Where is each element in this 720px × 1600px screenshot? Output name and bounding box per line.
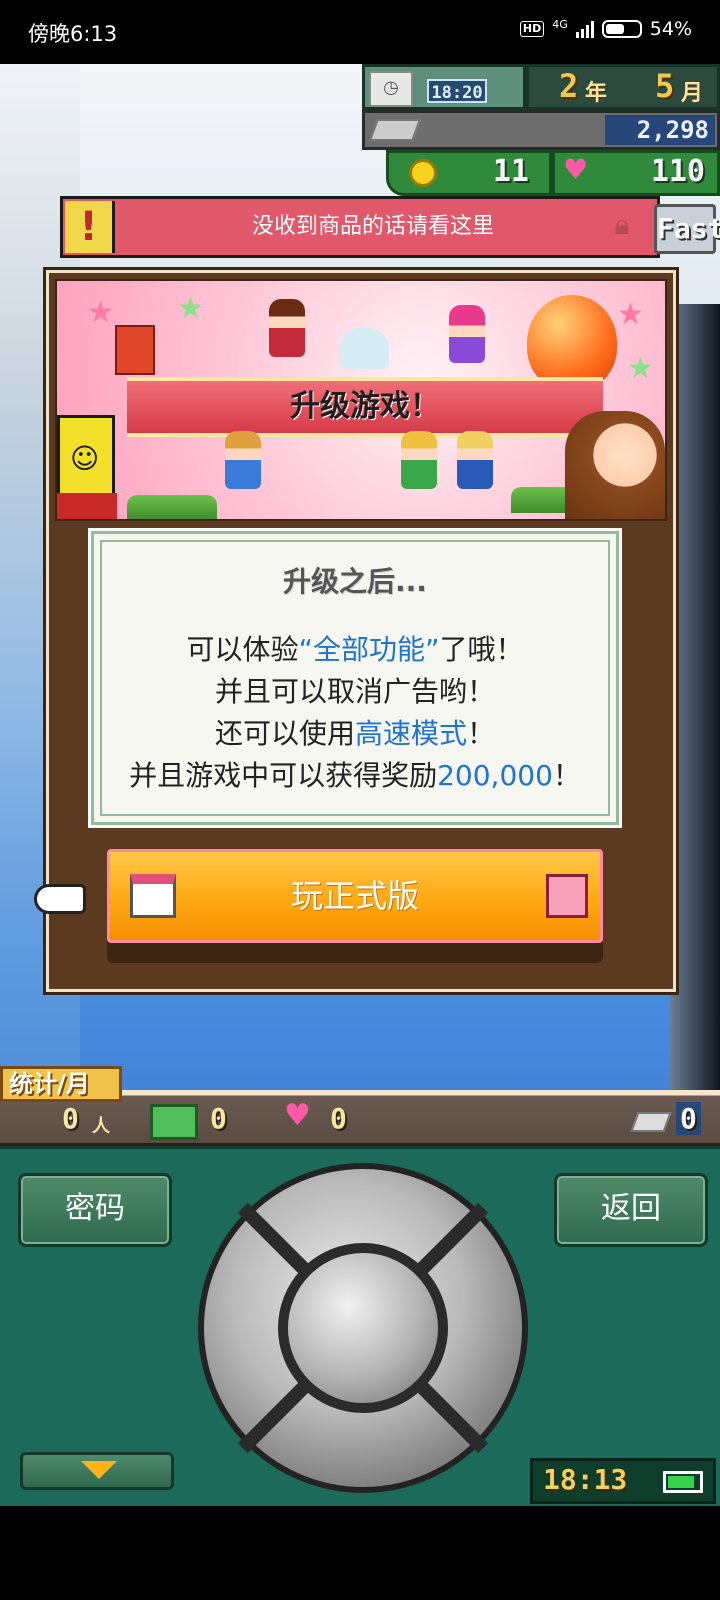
upgrade-dialog: ★ ★ ★ ★ 升级游戏！ ☺ 升级之后... 可以体验“全部功能”了哦！ 并且…	[43, 267, 679, 995]
people-unit: 人	[92, 1116, 110, 1137]
upgrade-info-box: 升级之后... 可以体验“全部功能”了哦！ 并且可以取消广告哟！ 还可以使用高速…	[88, 528, 622, 828]
star-icon: ★	[617, 297, 644, 332]
directional-pad[interactable]	[198, 1163, 528, 1493]
battery-percent: 54%	[649, 18, 692, 40]
battery-fill	[668, 1476, 694, 1488]
info-box-title: 升级之后...	[283, 565, 427, 598]
menu-toggle-button[interactable]	[20, 1452, 174, 1490]
hud-money: 2,298	[362, 110, 720, 150]
status-icons: HD 4G 54%	[519, 18, 692, 40]
game-clock-time: 18:13	[543, 1463, 628, 1496]
benefit-line-4: 并且游戏中可以获得奖励200,000！	[129, 759, 581, 792]
month-number: 5	[655, 67, 675, 105]
heart-count: 0	[330, 1102, 347, 1135]
upgrade-title: 升级游戏！	[290, 389, 440, 424]
pointing-hand-icon	[34, 884, 86, 914]
smiley-face-icon: ☺	[70, 442, 100, 475]
monthly-stats-tab: 统计/月	[0, 1066, 122, 1102]
ticket-icon	[630, 1112, 672, 1132]
heart-icon: ♥	[563, 153, 589, 186]
character-sprite	[457, 431, 493, 489]
people-count: 0	[62, 1102, 79, 1135]
benefit-line-3: 还可以使用高速模式！	[214, 717, 496, 750]
back-button[interactable]: 返回	[554, 1173, 708, 1247]
gift-count: 0	[210, 1102, 227, 1135]
status-bar: 傍晚6:13 HD 4G 54%	[0, 0, 720, 64]
clock-time: 18:20	[427, 79, 487, 103]
flower-bed	[127, 495, 217, 519]
chevron-down-icon	[81, 1461, 117, 1479]
mascot-body	[57, 493, 117, 519]
girl-character	[565, 411, 665, 519]
network-label: 4G	[552, 18, 568, 31]
star-icon: ★	[87, 295, 114, 330]
hud-coins: 11	[386, 150, 552, 196]
money-value: 2,298	[605, 115, 715, 145]
hd-icon: HD	[519, 21, 545, 37]
year-number: 2	[559, 67, 579, 105]
benefit-line-1: 可以体验“全部功能”了哦！	[186, 633, 524, 666]
star-icon: ★	[177, 291, 204, 326]
navigation-area	[0, 1506, 720, 1600]
benefit-line-2: 并且可以取消广告哟！	[214, 675, 495, 708]
ticket-count: 0	[676, 1102, 701, 1135]
snow-globe-icon	[339, 327, 389, 369]
notice-text: 没收到商品的话请看这里	[251, 214, 494, 239]
gift-box-icon	[150, 1104, 198, 1140]
hud-hearts: ♥ 110	[552, 150, 720, 196]
game-background-right	[670, 304, 720, 1144]
star-icon: ★	[627, 351, 654, 386]
hud-clock: ◷ 18:20	[362, 64, 526, 110]
heart-value: 110	[650, 154, 705, 189]
money-icon	[368, 119, 422, 141]
battery-icon	[663, 1471, 703, 1493]
battery-icon	[601, 20, 642, 38]
play-button-label: 玩正式版	[290, 877, 419, 915]
play-full-version-button[interactable]: 玩正式版	[107, 849, 603, 943]
exclamation-icon: !	[65, 201, 115, 253]
dpad-center-button[interactable]	[278, 1243, 448, 1413]
mailbox-icon	[115, 325, 155, 375]
status-time: 傍晚6:13	[28, 22, 118, 46]
lock-icon: 🔒︎	[614, 208, 630, 241]
signal-icon	[575, 20, 594, 38]
month-unit: 月	[681, 81, 704, 106]
character-sprite	[449, 305, 485, 363]
coin-value: 11	[492, 154, 529, 189]
year-unit: 年	[585, 81, 608, 106]
password-button[interactable]: 密码	[18, 1173, 172, 1247]
gift-icon	[546, 874, 588, 918]
fast-mode-button[interactable]: Fast	[654, 204, 720, 254]
upgrade-banner-art: ★ ★ ★ ★ 升级游戏！ ☺	[55, 279, 667, 521]
character-sprite	[401, 431, 437, 489]
upgrade-ribbon: 升级游戏！	[127, 377, 603, 437]
character-sprite	[225, 431, 261, 489]
hud-date: 2 年 5 月	[526, 64, 720, 110]
heart-icon: ♥	[284, 1098, 311, 1133]
character-sprite	[269, 299, 305, 357]
coin-icon	[409, 159, 437, 187]
notice-banner[interactable]: ! 没收到商品的话请看这里	[60, 196, 660, 258]
clock-icon: ◷	[369, 71, 413, 107]
game-clock-display: 18:13	[530, 1458, 716, 1504]
